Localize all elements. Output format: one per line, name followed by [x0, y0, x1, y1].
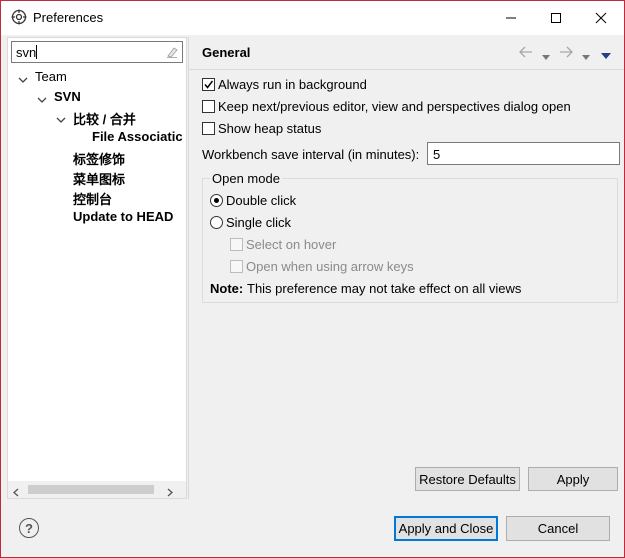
- single-click-label: Single click: [226, 215, 292, 230]
- save-interval-value: 5: [433, 147, 441, 162]
- tree-item-file-associations[interactable]: File Associatic: [92, 129, 183, 144]
- select-hover-label: Select on hover: [246, 237, 337, 252]
- double-click-label: Double click: [226, 193, 297, 208]
- double-click-radio[interactable]: [210, 194, 223, 207]
- maximize-button[interactable]: [533, 1, 578, 35]
- tree-item-console[interactable]: 控制台: [73, 189, 112, 208]
- horizontal-scrollbar[interactable]: [8, 481, 186, 498]
- window-title: Preferences: [33, 10, 104, 25]
- chevron-down-icon[interactable]: [37, 93, 47, 103]
- always-run-label: Always run in background: [218, 77, 367, 92]
- tree-item-label-decorations[interactable]: 标签修饰: [73, 149, 125, 168]
- filter-value: svn: [16, 45, 37, 60]
- scroll-left-icon[interactable]: [12, 485, 20, 500]
- preference-page: General Always run in background Keep ne…: [188, 37, 624, 499]
- keep-next-checkbox[interactable]: [202, 100, 215, 113]
- save-interval-label: Workbench save interval (in minutes):: [202, 147, 420, 162]
- clear-filter-icon[interactable]: [165, 45, 179, 59]
- restore-defaults-button[interactable]: Restore Defaults: [415, 467, 520, 491]
- tree-item-update-to-head[interactable]: Update to HEAD: [73, 209, 173, 224]
- minimize-button[interactable]: [488, 1, 533, 35]
- title-bar: Preferences: [1, 1, 624, 35]
- open-arrow-label: Open when using arrow keys: [246, 259, 414, 274]
- note-label: Note:: [210, 281, 244, 296]
- single-click-radio[interactable]: [210, 216, 223, 229]
- open-mode-title: Open mode: [210, 171, 282, 186]
- chevron-down-icon[interactable]: [56, 113, 66, 123]
- preferences-window: Preferences svn Team SVN 比较 / 合并 File As…: [0, 0, 625, 558]
- show-heap-checkbox[interactable]: [202, 122, 215, 135]
- back-menu-icon[interactable]: [542, 49, 550, 64]
- maximize-icon: [550, 13, 561, 23]
- close-icon: [595, 12, 606, 24]
- minimize-icon: [505, 17, 516, 19]
- apply-and-close-button[interactable]: Apply and Close: [394, 516, 498, 541]
- tree-item-menu-icons[interactable]: 菜单图标: [73, 169, 125, 188]
- note-text: This preference may not take effect on a…: [247, 281, 522, 296]
- eclipse-icon: [11, 9, 27, 25]
- always-run-checkbox[interactable]: [202, 78, 215, 91]
- forward-icon[interactable]: [559, 46, 573, 61]
- preference-tree-pane: svn Team SVN 比较 / 合并 File Associatic 标签修…: [7, 37, 187, 499]
- open-arrow-checkbox[interactable]: [230, 260, 243, 273]
- save-interval-input[interactable]: 5: [427, 142, 620, 165]
- back-icon[interactable]: [519, 46, 533, 61]
- tree-item-team[interactable]: Team: [35, 69, 67, 84]
- forward-menu-icon[interactable]: [582, 49, 590, 64]
- scroll-right-icon[interactable]: [166, 485, 174, 500]
- show-heap-label: Show heap status: [218, 121, 322, 136]
- keep-next-label: Keep next/previous editor, view and pers…: [218, 99, 571, 114]
- header-separator: [189, 69, 624, 70]
- checkmark-icon: [204, 80, 214, 89]
- tree-item-svn[interactable]: SVN: [54, 89, 81, 104]
- scrollbar-thumb[interactable]: [28, 485, 154, 494]
- cancel-button[interactable]: Cancel: [506, 516, 610, 541]
- view-menu-icon[interactable]: [601, 48, 611, 63]
- page-title: General: [202, 45, 251, 60]
- filter-input[interactable]: svn: [11, 41, 183, 63]
- apply-button[interactable]: Apply: [528, 467, 618, 491]
- close-button[interactable]: [578, 1, 623, 35]
- chevron-down-icon[interactable]: [18, 73, 28, 83]
- help-icon[interactable]: ?: [19, 518, 39, 538]
- tree-item-compare-merge[interactable]: 比较 / 合并: [73, 109, 136, 128]
- select-hover-checkbox[interactable]: [230, 238, 243, 251]
